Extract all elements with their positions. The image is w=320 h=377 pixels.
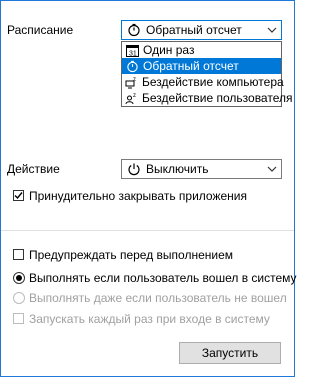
radio-not-logged-in[interactable] bbox=[13, 292, 25, 304]
warn-before-label: Предупреждать перед выполнением bbox=[29, 248, 233, 262]
calendar-icon: 31 bbox=[125, 43, 139, 57]
radio-not-logged-in-label: Выполнять даже если пользователь не воше… bbox=[29, 291, 287, 305]
schedule-option-once[interactable]: 31 Один раз bbox=[122, 42, 281, 58]
schedule-dropdown-list: 31 Один раз Обратный отсчет z Бездействи… bbox=[121, 41, 292, 107]
power-icon bbox=[126, 161, 142, 177]
force-close-label: Принудительно закрывать приложения bbox=[29, 189, 247, 203]
schedule-option-label: Бездействие компьютера bbox=[142, 75, 284, 89]
action-select[interactable]: Выключить bbox=[121, 159, 282, 179]
schedule-option-countdown[interactable]: Обратный отсчет bbox=[122, 58, 281, 74]
checkmark-icon bbox=[14, 192, 23, 200]
radio-dot bbox=[16, 275, 22, 281]
schedule-selected-value: Обратный отсчет bbox=[146, 23, 242, 37]
schedule-option-user-idle[interactable]: z Бездействие пользователя bbox=[122, 90, 292, 106]
force-close-checkbox[interactable] bbox=[13, 190, 24, 201]
radio-logged-in[interactable] bbox=[13, 272, 25, 284]
stopwatch-icon bbox=[125, 59, 139, 73]
warn-before-checkbox[interactable] bbox=[13, 249, 24, 260]
schedule-select[interactable]: Обратный отсчет bbox=[121, 20, 282, 40]
action-selected-value: Выключить bbox=[146, 162, 209, 176]
chevron-down-icon[interactable] bbox=[263, 160, 281, 178]
svg-text:z: z bbox=[133, 93, 136, 99]
run-button[interactable]: Запустить bbox=[179, 342, 281, 364]
radio-logged-in-label: Выполнять если пользователь вошел в сист… bbox=[29, 271, 297, 285]
stopwatch-icon bbox=[126, 22, 142, 38]
separator bbox=[1, 230, 294, 231]
run-each-login-label: Запускать каждый раз при входе в систему bbox=[29, 312, 270, 326]
schedule-option-label: Обратный отсчет bbox=[143, 59, 239, 73]
scheduler-window: Расписание Обратный отсчет 31 Один раз О… bbox=[0, 0, 297, 377]
schedule-option-label: Бездействие пользователя bbox=[142, 91, 293, 105]
computer-sleep-icon: z bbox=[125, 75, 138, 89]
svg-text:z: z bbox=[133, 77, 136, 83]
svg-text:31: 31 bbox=[129, 50, 137, 57]
schedule-label: Расписание bbox=[7, 23, 74, 37]
chevron-down-icon[interactable] bbox=[263, 21, 281, 39]
action-label: Действие bbox=[7, 162, 60, 176]
schedule-option-label: Один раз bbox=[143, 43, 195, 57]
run-each-login-checkbox[interactable] bbox=[13, 313, 24, 324]
user-sleep-icon: z bbox=[125, 91, 138, 105]
schedule-option-computer-idle[interactable]: z Бездействие компьютера bbox=[122, 74, 284, 90]
